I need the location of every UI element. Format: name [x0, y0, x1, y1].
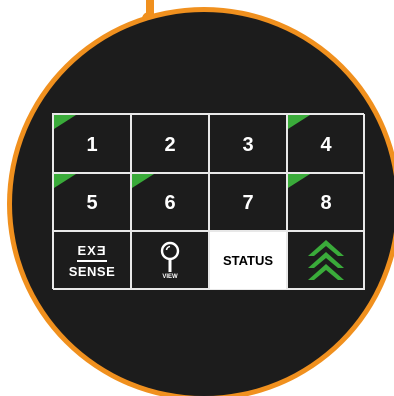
double-chevron-up-icon — [308, 239, 344, 280]
key-label: 8 — [320, 192, 332, 215]
key-4[interactable]: 4 — [287, 114, 365, 173]
key-5[interactable]: 5 — [53, 172, 131, 232]
active-indicator — [288, 173, 310, 188]
active-indicator — [54, 173, 76, 188]
view-control: VIEW — [159, 241, 181, 280]
key-label: 2 — [164, 133, 176, 156]
logo-key[interactable]: EXƎ SENSE — [53, 231, 131, 290]
exesense-logo: EXƎ SENSE — [69, 243, 116, 279]
key-label: 6 — [164, 192, 176, 215]
keypad-device: 1 2 3 4 5 6 7 8 EXƎ SENSE VIEW STATUS — [0, 0, 394, 396]
active-indicator — [288, 115, 310, 129]
key-label: 4 — [320, 133, 332, 156]
up-key[interactable] — [287, 231, 365, 290]
key-label: 7 — [242, 192, 254, 215]
key-1[interactable]: 1 — [53, 114, 131, 173]
keypad-grid: 1 2 3 4 5 6 7 8 EXƎ SENSE VIEW STATUS — [52, 113, 365, 290]
status-key[interactable]: STATUS — [209, 231, 287, 290]
key-label: 5 — [86, 192, 98, 215]
key-label: 3 — [242, 133, 254, 156]
logo-top-text: EXƎ — [77, 243, 107, 262]
magnifier-icon — [160, 241, 180, 273]
active-indicator — [132, 173, 154, 188]
key-2[interactable]: 2 — [131, 114, 209, 173]
active-indicator — [54, 115, 76, 129]
status-label: STATUS — [222, 253, 274, 269]
key-7[interactable]: 7 — [209, 172, 287, 232]
view-key[interactable]: VIEW — [131, 231, 209, 290]
logo-bottom-text: SENSE — [68, 263, 116, 279]
key-8[interactable]: 8 — [287, 172, 365, 232]
key-3[interactable]: 3 — [209, 114, 287, 173]
view-label: VIEW — [162, 274, 178, 281]
key-6[interactable]: 6 — [131, 172, 209, 232]
key-label: 1 — [86, 133, 98, 156]
